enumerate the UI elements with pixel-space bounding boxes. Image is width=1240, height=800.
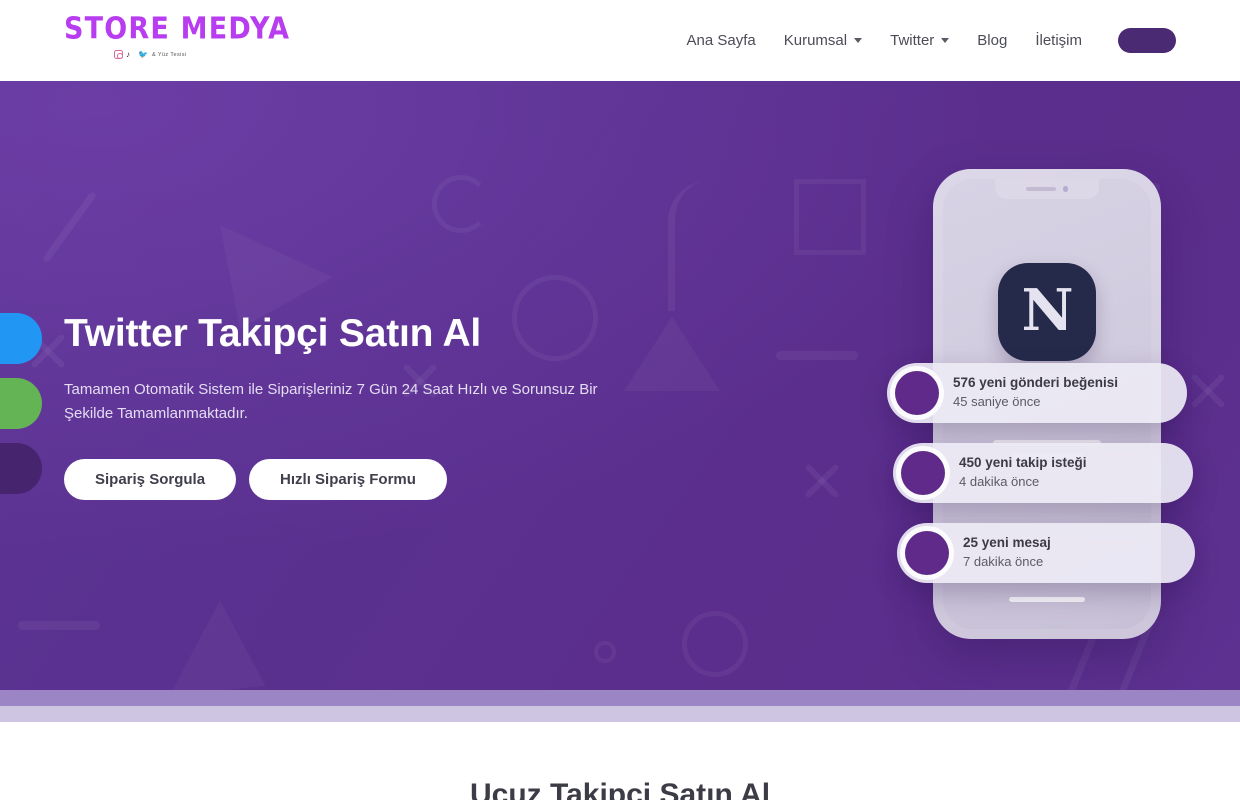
tiktok-icon: ♪ [126,50,131,59]
social-side-tabs [0,313,42,508]
deco-diagonal-line [41,190,98,264]
next-section: Ucuz Takipçi Satın Al [0,722,1240,800]
camera-icon [1062,186,1069,192]
speaker-icon [1025,187,1056,191]
notification-time: 4 dakika önce [959,474,1040,490]
avatar [895,371,939,415]
site-header: STORE MEDYA ♪ 🐦 & Yüz Tesisi Ana Sayfa K… [0,0,1240,81]
home-indicator [1009,597,1085,602]
chevron-down-icon [941,38,950,43]
nav-label: İletişim [1035,32,1082,49]
header-cta-button[interactable] [1118,28,1176,53]
nav-item-ana-sayfa[interactable]: Ana Sayfa [673,32,770,49]
notification-text: 576 yeni gönderi beğenisi 45 saniye önce [953,375,1118,410]
siparis-sorgula-button[interactable]: Sipariş Sorgula [64,459,237,501]
nav-item-kurumsal[interactable]: Kurumsal [770,32,876,49]
deco-triangle [169,600,291,690]
notification-title: 450 yeni takip isteği [959,455,1087,471]
logo-tagline: & Yüz Tesisi [152,51,187,58]
app-logo-letter: N [1021,277,1073,344]
deco-squiggle [668,181,708,311]
divider-band-upper [0,690,1240,706]
avatar [901,451,945,495]
notification-card[interactable]: 450 yeni takip isteği 4 dakika önce [893,443,1193,503]
phone-notch [995,179,1099,199]
logo-text: STORE MEDYA [64,11,291,47]
main-navigation: Ana Sayfa Kurumsal Twitter Blog İletişim [673,0,1176,81]
chevron-down-icon [854,38,863,43]
deco-dash [18,621,100,630]
deco-dash [776,351,858,360]
hero-subtitle: Tamamen Otomatik Sistem ile Siparişlerin… [64,380,598,423]
notification-time: 7 dakika önce [963,554,1044,570]
deco-square [794,179,866,255]
nav-label: Ana Sayfa [686,32,756,49]
notification-text: 25 yeni mesaj 7 dakika önce [963,535,1051,570]
hizli-siparis-formu-button[interactable]: Hızlı Sipariş Formu [249,459,447,501]
notification-time: 45 saniye önce [953,394,1041,410]
hero-buttons: Sipariş Sorgula Hızlı Sipariş Formu [64,459,684,501]
nav-item-blog[interactable]: Blog [963,32,1021,49]
deco-x-icon [1186,369,1230,413]
page-title: Twitter Takipçi Satın Al [64,312,482,355]
deco-circle-small [594,641,616,663]
side-tab-purple[interactable] [0,443,42,494]
side-tab-telegram[interactable] [0,313,42,364]
nav-item-twitter[interactable]: Twitter [876,32,963,49]
deco-x-icon [800,459,844,503]
notification-text: 450 yeni takip isteği 4 dakika önce [959,455,1087,490]
nav-label: Kurumsal [783,32,848,49]
side-tab-whatsapp[interactable] [0,378,42,429]
notification-title: 576 yeni gönderi beğenisi [953,375,1119,391]
nav-label: Blog [977,32,1008,49]
hero-content: Twitter Takipçi Satın Al Tamamen Otomati… [64,312,684,501]
logo[interactable]: STORE MEDYA ♪ 🐦 & Yüz Tesisi [64,14,324,59]
notification-card[interactable]: 25 yeni mesaj 7 dakika önce [897,523,1195,583]
avatar [905,531,949,575]
instagram-icon [114,50,123,59]
notification-card[interactable]: 576 yeni gönderi beğenisi 45 saniye önce [887,363,1187,423]
hero-section: Twitter Takipçi Satın Al Tamamen Otomati… [0,81,1240,690]
section-title: Ucuz Takipçi Satın Al [469,778,771,800]
app-logo-icon: N [998,263,1096,361]
nav-label: Twitter [890,32,935,49]
divider-band-lower [0,706,1240,722]
deco-arc [432,175,490,233]
nav-item-iletisim[interactable]: İletişim [1021,32,1096,49]
twitter-icon: 🐦 [138,50,149,59]
logo-subtitle: ♪ 🐦 & Yüz Tesisi [114,50,324,59]
notification-title: 25 yeni mesaj [963,535,1051,551]
deco-circle [682,611,748,677]
